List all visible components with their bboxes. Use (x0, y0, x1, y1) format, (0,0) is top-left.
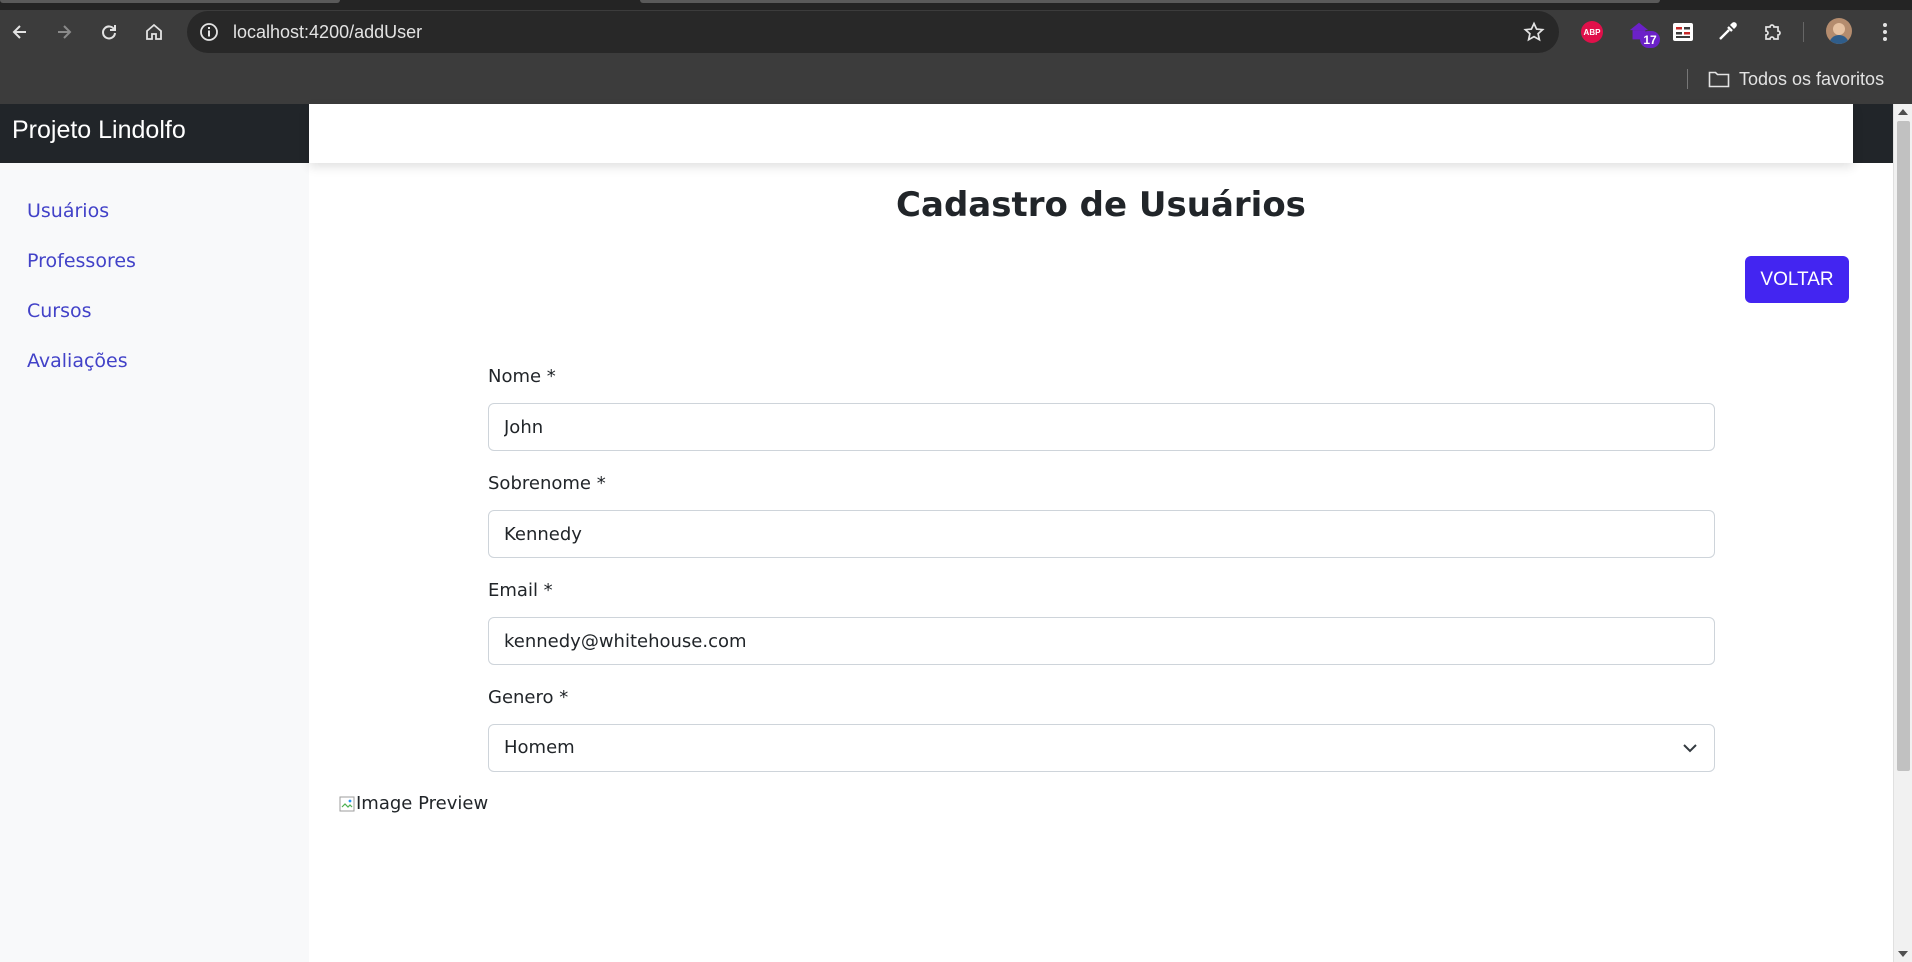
sidebar: Usuários Professores Cursos Avaliações (0, 163, 309, 962)
star-icon[interactable] (1523, 21, 1545, 43)
browser-menu-button[interactable] (1872, 19, 1898, 45)
avatar-head (1833, 23, 1845, 35)
reader-icon (1673, 23, 1693, 41)
back-button-voltar[interactable]: VOLTAR (1745, 256, 1849, 303)
reload-button[interactable] (93, 16, 125, 48)
home-button[interactable] (138, 16, 170, 48)
adblock-label: ABP (1583, 27, 1601, 37)
main-content: Cadastro de Usuários VOLTAR Nome * Sobre… (309, 163, 1893, 962)
eyedropper-extension[interactable] (1714, 19, 1740, 45)
reader-extension[interactable] (1670, 19, 1696, 45)
scroll-down-icon[interactable] (1898, 951, 1908, 957)
all-bookmarks-button[interactable]: Todos os favoritos (1708, 66, 1884, 92)
sobrenome-input[interactable] (488, 510, 1715, 558)
forward-icon (58, 25, 72, 39)
tab-edge (0, 0, 340, 3)
chevron-down-icon (1683, 744, 1697, 753)
adblock-extension[interactable]: ABP (1579, 19, 1605, 45)
forward-button[interactable] (48, 16, 80, 48)
nome-label: Nome * (488, 366, 556, 387)
brand-bar: Projeto Lindolfo (0, 104, 309, 163)
badge-extension[interactable]: 17 (1626, 19, 1660, 48)
info-icon[interactable] (199, 22, 219, 42)
eyedropper-icon (1719, 22, 1737, 40)
back-icon (12, 25, 26, 39)
image-preview-alt-text: Image Preview (356, 793, 489, 814)
broken-image-icon (339, 796, 355, 811)
email-label: Email * (488, 580, 553, 601)
menu-icon (1883, 23, 1887, 41)
home-icon (146, 23, 162, 40)
bookmarks-label: Todos os favoritos (1739, 68, 1885, 89)
sidebar-item-usuarios[interactable]: Usuários (27, 200, 109, 222)
email-input[interactable] (488, 617, 1715, 665)
navbar-edge (1853, 104, 1893, 163)
nome-input[interactable] (488, 403, 1715, 451)
back-button[interactable] (4, 16, 36, 48)
scrollbar-thumb[interactable] (1897, 121, 1910, 771)
tab-edge (640, 0, 1660, 3)
sidebar-item-professores[interactable]: Professores (27, 250, 136, 272)
address-bar[interactable]: localhost:4200/addUser (187, 11, 1559, 53)
page-scrollbar[interactable] (1893, 104, 1912, 962)
image-preview: Image Preview (339, 793, 488, 814)
sidebar-item-cursos[interactable]: Cursos (27, 300, 92, 322)
genero-label: Genero * (488, 687, 569, 708)
folder-icon (1708, 71, 1730, 88)
avatar[interactable] (1826, 18, 1852, 44)
toolbar-divider (1803, 22, 1804, 42)
extensions-button[interactable] (1760, 19, 1786, 45)
top-navbar (309, 104, 1853, 163)
sidebar-item-avaliacoes[interactable]: Avaliações (27, 350, 128, 372)
extension-badge: 17 (1640, 31, 1660, 48)
genero-select[interactable]: Homem (488, 724, 1715, 772)
genero-selected-value: Homem (504, 737, 575, 758)
scroll-up-icon[interactable] (1898, 109, 1908, 115)
adblock-icon: ABP (1581, 21, 1603, 43)
puzzle-icon (1765, 24, 1781, 40)
sobrenome-label: Sobrenome * (488, 473, 606, 494)
avatar-body (1829, 35, 1849, 44)
bookmarks-divider (1687, 69, 1688, 89)
brand-title[interactable]: Projeto Lindolfo (12, 116, 186, 145)
browser-chrome: localhost:4200/addUser ABP 17 Todos os f… (0, 0, 1912, 104)
page-title: Cadastro de Usuários (896, 185, 1306, 225)
page: Projeto Lindolfo Usuários Professores Cu… (0, 104, 1893, 962)
reload-icon (102, 25, 116, 40)
url-text[interactable]: localhost:4200/addUser (233, 22, 422, 43)
